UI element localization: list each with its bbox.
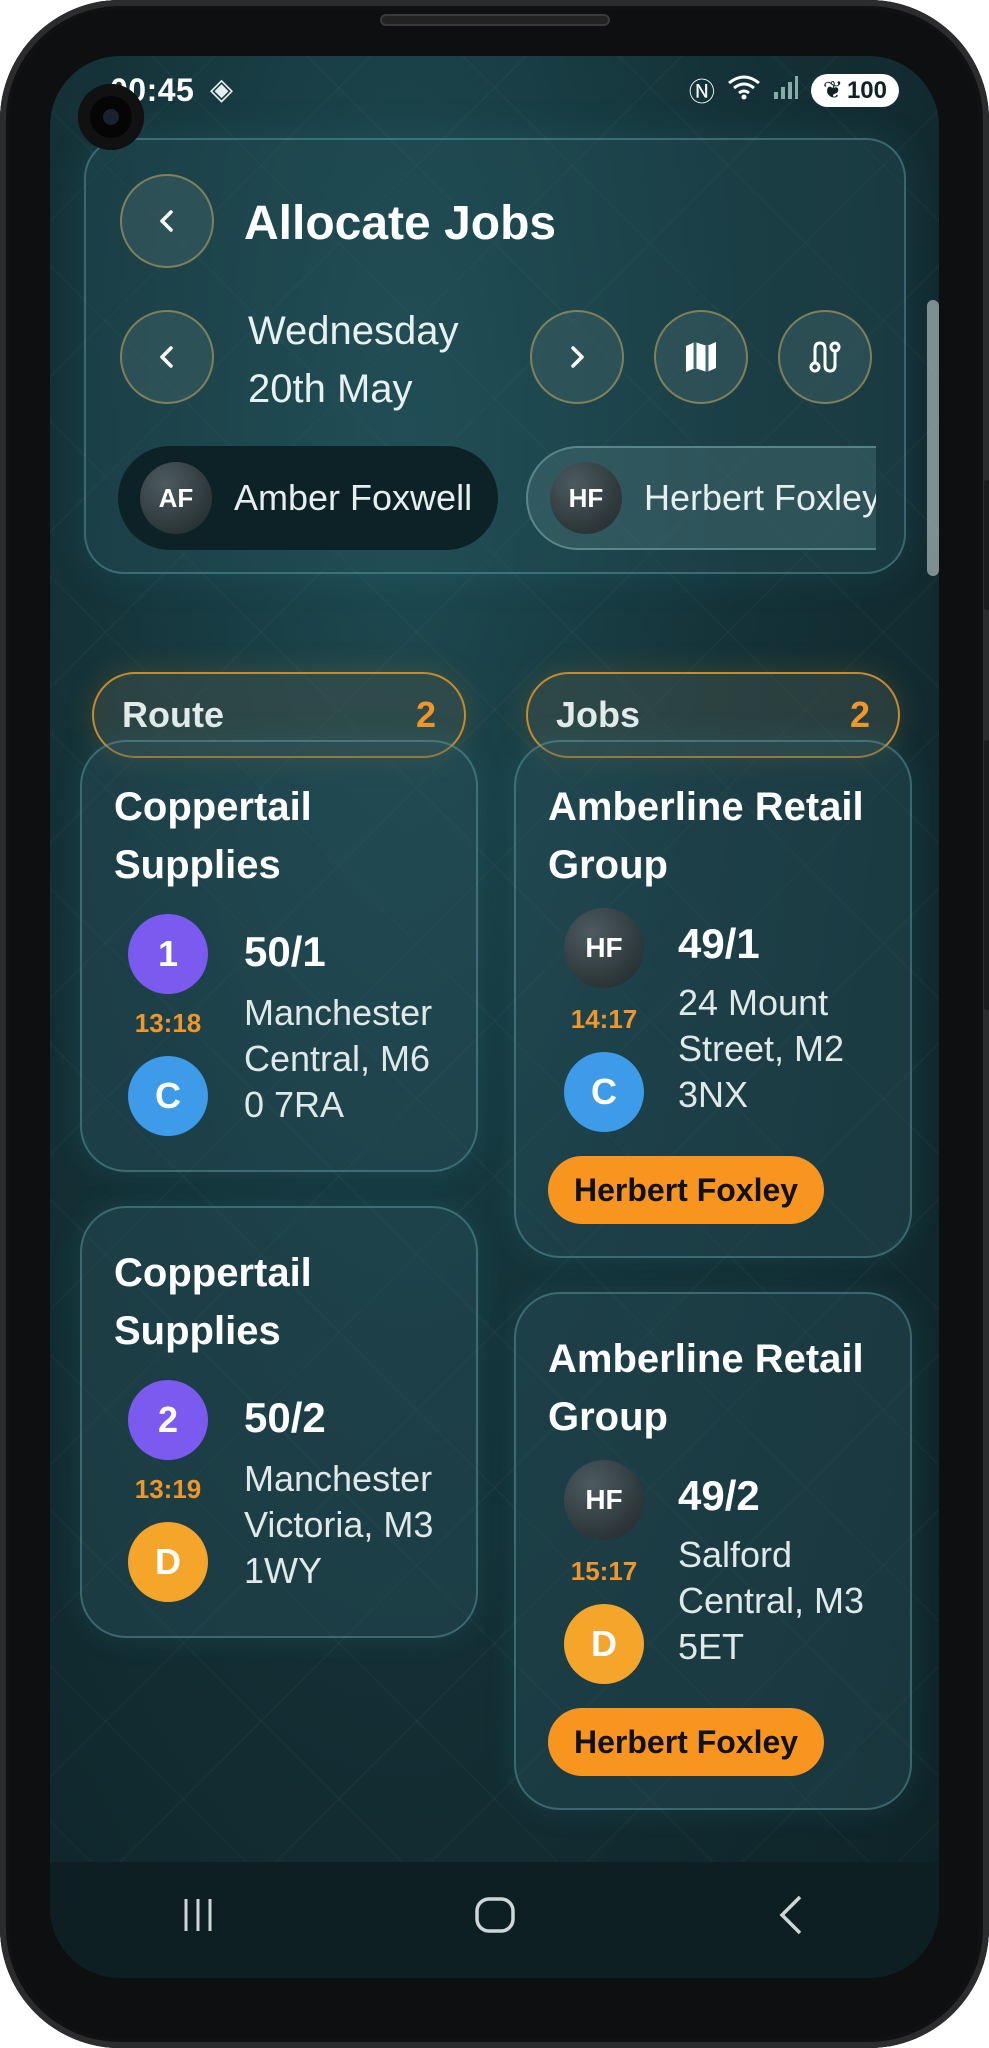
recent-apps-icon (184, 1899, 211, 1931)
map-icon (686, 342, 716, 372)
route-button[interactable] (778, 310, 872, 404)
scrollbar[interactable] (927, 300, 939, 576)
person-name: Herbert Foxley (644, 477, 876, 518)
person-name: Amber Foxwell (234, 477, 473, 518)
job-time: 14:17 (570, 1004, 638, 1034)
date-day: 20th May (248, 367, 413, 411)
signal-icon (773, 74, 799, 107)
previous-day-button[interactable] (120, 310, 214, 404)
job-address: 24 Mount Street, M2 3NX (678, 982, 845, 1115)
avatar: HF (550, 462, 622, 534)
route-card[interactable]: Coppertail Supplies 2 13:19 D 50/2 Manch… (80, 1206, 478, 1638)
job-card[interactable]: Amberline Retail Group HF 15:17 D 49/2 S… (514, 1292, 912, 1810)
job-type-badge: D (564, 1604, 644, 1684)
next-day-button[interactable] (530, 310, 624, 404)
jobs-label: Jobs (556, 694, 641, 735)
job-address: Manchester Victoria, M3 1WY (244, 1458, 434, 1591)
job-type-badge: C (128, 1056, 208, 1136)
front-camera (78, 84, 144, 150)
job-reference: 49/2 (678, 1472, 760, 1519)
current-date: Wednesday 20th May (248, 302, 459, 418)
job-type-badge: C (564, 1052, 644, 1132)
recent-apps-button[interactable] (178, 1895, 218, 1945)
route-count: 2 (415, 694, 436, 735)
wifi-icon (727, 74, 761, 107)
power-button (984, 740, 989, 1010)
assignee-button[interactable]: Herbert Foxley (548, 1708, 825, 1776)
route-icon (809, 341, 841, 373)
assignee-avatar: HF (564, 1460, 644, 1540)
back-arrow-icon (779, 1895, 801, 1935)
job-address: Manchester Central, M60 7RA (244, 992, 433, 1125)
stop-number: 2 (128, 1380, 208, 1460)
company-name: Coppertail Supplies (114, 785, 312, 887)
route-label: Route (122, 694, 224, 735)
route-card[interactable]: Coppertail Supplies 1 13:18 C 50/1 Manch… (80, 740, 478, 1172)
system-navigation-bar (50, 1862, 939, 1978)
screen: 00:45 ◈ Ⓝ ❦ 100 Allocate Jobs Wednesday … (50, 56, 939, 1978)
chevron-right-icon (571, 346, 584, 368)
chevron-left-icon (160, 346, 173, 368)
job-reference: 50/1 (244, 928, 326, 975)
jobs-count: 2 (849, 694, 870, 735)
company-name: Amberline Retail Group (548, 1337, 864, 1439)
assignee-button[interactable]: Herbert Foxley (548, 1156, 825, 1224)
battery-leaf-icon: ❦ (822, 77, 843, 104)
battery-indicator: ❦ 100 (810, 74, 899, 107)
header-card: Allocate Jobs Wednesday 20th May AF Ambe… (84, 138, 906, 574)
company-name: Coppertail Supplies (114, 1251, 312, 1353)
navigation-status-icon: ◈ (210, 73, 234, 106)
nfc-icon: Ⓝ (688, 77, 715, 107)
job-reference: 49/1 (678, 920, 760, 967)
person-chip-amber-foxwell[interactable]: AF Amber Foxwell (118, 446, 498, 550)
battery-level: 100 (846, 76, 887, 104)
status-bar: 00:45 ◈ Ⓝ ❦ 100 (50, 56, 939, 126)
status-icons: Ⓝ ❦ 100 (689, 72, 899, 109)
avatar: AF (140, 462, 212, 534)
date-weekday: Wednesday (248, 309, 459, 353)
assignee-avatar: HF (564, 908, 644, 988)
job-type-badge: D (128, 1522, 208, 1602)
job-time: 15:17 (570, 1556, 638, 1586)
page-title: Allocate Jobs (244, 197, 557, 250)
phone-frame: 00:45 ◈ Ⓝ ❦ 100 Allocate Jobs Wednesday … (0, 0, 989, 2048)
back-button[interactable] (120, 174, 214, 268)
job-address: Salford Central, M3 5ET (678, 1534, 865, 1667)
stop-time: 13:19 (134, 1474, 202, 1504)
home-icon (474, 1897, 515, 1933)
map-button[interactable] (654, 310, 748, 404)
stop-time: 13:18 (134, 1008, 202, 1038)
person-chip-herbert-foxley[interactable]: HF Herbert Foxley (526, 446, 876, 550)
system-back-button[interactable] (772, 1893, 812, 1947)
job-card[interactable]: Amberline Retail Group HF 14:17 C 49/1 2… (514, 740, 912, 1258)
company-name: Amberline Retail Group (548, 785, 864, 887)
home-button[interactable] (473, 1893, 517, 1947)
chevron-left-icon (160, 210, 173, 232)
volume-button (984, 480, 989, 610)
job-reference: 50/2 (244, 1394, 326, 1441)
stop-number: 1 (128, 914, 208, 994)
earpiece-speaker (380, 14, 610, 26)
